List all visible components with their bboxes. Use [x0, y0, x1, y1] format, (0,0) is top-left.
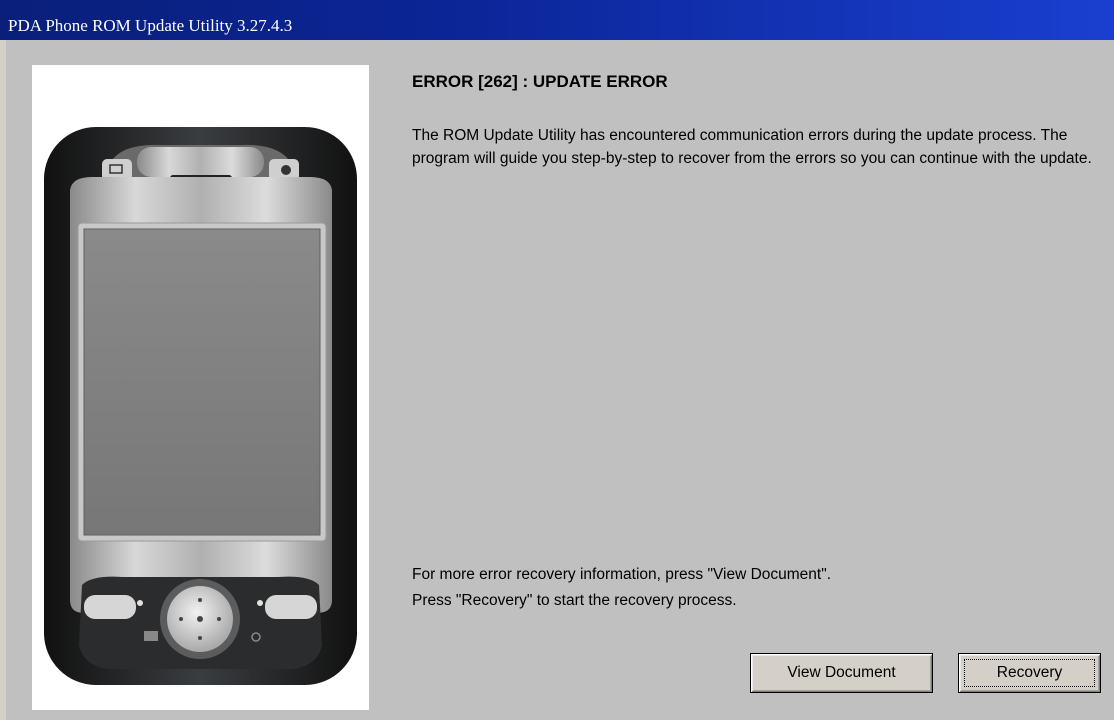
title-bar[interactable]: PDA Phone ROM Update Utility 3.27.4.3: [0, 0, 1114, 40]
pda-phone-image: [44, 127, 357, 685]
info-text-view-document: For more error recovery information, pre…: [412, 566, 832, 583]
error-description: The ROM Update Utility has encountered c…: [412, 127, 1092, 167]
view-document-button[interactable]: View Document: [750, 653, 933, 693]
window-border: [0, 40, 6, 720]
info-text-recovery: Press "Recovery" to start the recovery p…: [412, 592, 737, 609]
recovery-button[interactable]: Recovery: [958, 653, 1101, 693]
focus-rectangle: [964, 659, 1095, 687]
view-document-label: View Document: [787, 664, 896, 681]
error-heading: ERROR [262] : UPDATE ERROR: [412, 72, 668, 91]
device-image-panel: [32, 65, 369, 710]
window-title: PDA Phone ROM Update Utility 3.27.4.3: [8, 16, 293, 35]
